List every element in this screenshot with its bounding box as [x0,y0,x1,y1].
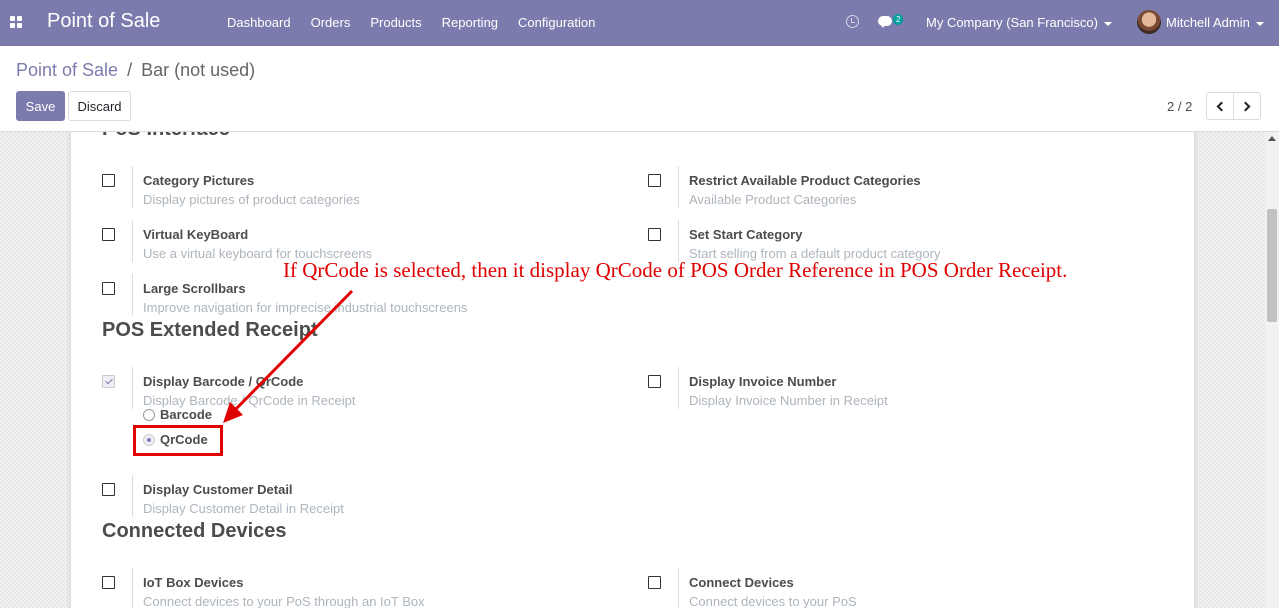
pager-next-button[interactable] [1233,92,1261,120]
annotation-text: If QrCode is selected, then it display Q… [283,258,1068,282]
main-menu: Dashboard Orders Products Reporting Conf… [227,15,615,30]
control-panel: Point of Sale / Bar (not used) Save Disc… [0,46,1279,132]
setting-large-scrollbars: Large Scrollbars Improve navigation for … [102,274,582,322]
company-switcher[interactable]: My Company (San Francisco) [926,15,1112,30]
section-title-connected-devices: Connected Devices [102,520,287,542]
divider [678,166,679,208]
setting-description: Display pictures of product categories [143,192,360,207]
setting-description: Connect devices to your PoS through an I… [143,594,425,608]
virtual-keyboard-checkbox[interactable] [102,228,115,241]
form-sheet: PoS Interface Category Pictures Display … [70,132,1195,608]
setting-customer-detail: Display Customer Detail Display Customer… [102,475,582,523]
save-button[interactable]: Save [16,91,65,121]
caret-down-icon [1255,21,1264,26]
display-barcode-checkbox[interactable] [102,375,115,388]
setting-label: Large Scrollbars [143,281,246,296]
divider [132,568,133,608]
connect-devices-checkbox[interactable] [648,576,661,589]
divider [132,220,133,262]
setting-description: Connect devices to your PoS [689,594,857,608]
divider [132,274,133,316]
setting-description: Available Product Categories [689,192,857,207]
category-pictures-checkbox[interactable] [102,174,115,187]
company-name: My Company (San Francisco) [926,15,1098,30]
large-scrollbars-checkbox[interactable] [102,282,115,295]
divider [132,475,133,517]
top-navbar: Point of Sale Dashboard Orders Products … [0,0,1279,46]
activity-clock-icon[interactable] [846,15,859,28]
breadcrumb: Point of Sale / Bar (not used) [16,60,255,81]
setting-category-pictures: Category Pictures Display pictures of pr… [102,166,582,214]
barcode-radio-option[interactable]: Barcode [143,407,212,422]
menu-item-products[interactable]: Products [370,15,421,30]
user-avatar[interactable] [1137,10,1161,34]
divider [678,568,679,608]
pager-value: 2 / 2 [1167,99,1193,114]
setting-description: Improve navigation for imprecise industr… [143,300,468,315]
invoice-number-checkbox[interactable] [648,375,661,388]
section-title-extended-receipt: POS Extended Receipt [102,319,318,341]
setting-label: IoT Box Devices [143,575,244,590]
scrollbar-thumb[interactable] [1267,209,1277,322]
setting-label: Display Barcode / QrCode [143,374,304,389]
customer-detail-checkbox[interactable] [102,483,115,496]
divider [678,220,679,262]
divider [132,367,133,409]
form-view-background: PoS Interface Category Pictures Display … [0,132,1265,608]
setting-restrict-categories: Restrict Available Product Categories Av… [648,166,1128,214]
setting-label: Display Customer Detail [143,482,293,497]
divider [678,367,679,409]
breadcrumb-current: Bar (not used) [141,60,256,80]
qrcode-highlight-box [133,425,223,456]
setting-label: Virtual KeyBoard [143,227,249,242]
setting-invoice-number: Display Invoice Number Display Invoice N… [648,367,1128,415]
menu-item-reporting[interactable]: Reporting [442,15,498,30]
user-menu[interactable]: Mitchell Admin [1166,15,1264,30]
vertical-scrollbar[interactable] [1265,132,1279,608]
caret-down-icon [1103,21,1112,26]
menu-item-configuration[interactable]: Configuration [518,15,595,30]
setting-label: Display Invoice Number [689,374,837,389]
discard-button[interactable]: Discard [68,91,131,121]
iot-box-checkbox[interactable] [102,576,115,589]
setting-label: Restrict Available Product Categories [689,173,921,188]
restrict-categories-checkbox[interactable] [648,174,661,187]
setting-description: Display Invoice Number in Receipt [689,393,888,408]
setting-label: Category Pictures [143,173,255,188]
setting-label: Set Start Category [689,227,803,242]
setting-description: Display Barcode / QrCode in Receipt [143,393,356,408]
scroll-up-arrow-icon[interactable] [1268,136,1276,141]
user-name: Mitchell Admin [1166,15,1250,30]
chevron-right-icon [1240,101,1251,111]
setting-description: Display Customer Detail in Receipt [143,501,344,516]
chat-icon[interactable] [878,16,892,28]
divider [132,166,133,208]
setting-label: Connect Devices [689,575,794,590]
app-title[interactable]: Point of Sale [47,10,160,33]
apps-menu-icon[interactable] [10,16,22,28]
breadcrumb-separator: / [127,60,133,80]
menu-item-dashboard[interactable]: Dashboard [227,15,291,30]
menu-item-orders[interactable]: Orders [311,15,351,30]
barcode-radio[interactable] [143,408,155,421]
start-category-checkbox[interactable] [648,228,661,241]
radio-label: Barcode [160,407,213,422]
setting-connect-devices: Connect Devices Connect devices to your … [648,568,1128,608]
chat-count-badge: 2 [893,14,904,25]
chevron-left-icon [1216,101,1227,111]
pager-previous-button[interactable] [1206,92,1234,120]
setting-iot-box: IoT Box Devices Connect devices to your … [102,568,582,608]
breadcrumb-parent-link[interactable]: Point of Sale [16,60,118,80]
section-title-pos-interface: PoS Interface [102,132,230,141]
